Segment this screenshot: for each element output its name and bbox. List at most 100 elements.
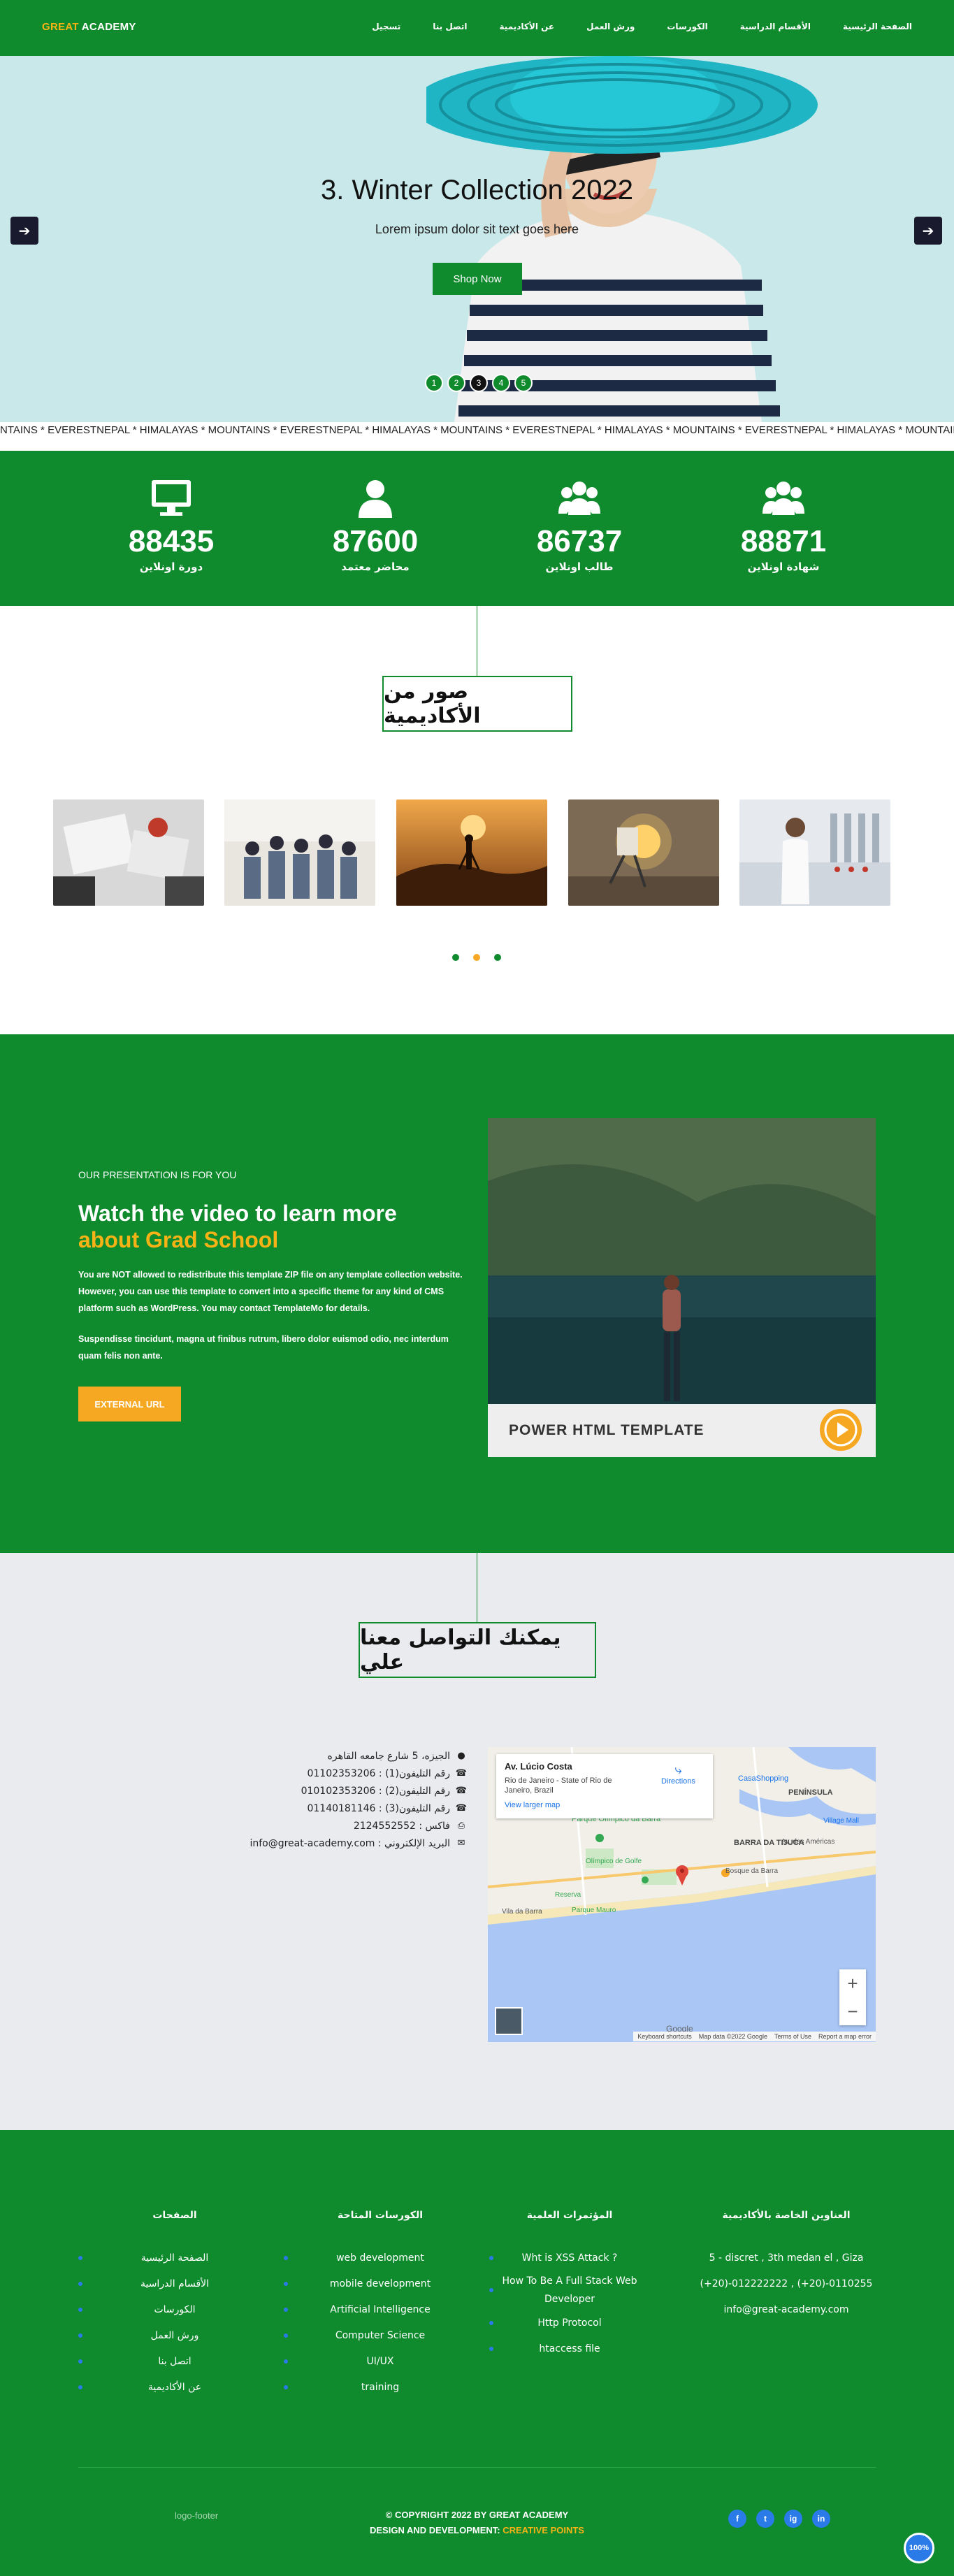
footer-link[interactable]: Http Protocol [489,2310,650,2336]
nav-item-home[interactable]: الصفحة الرئيسية [843,22,912,31]
shop-now-button[interactable]: Shop Now [433,263,522,295]
gallery-section-title: صور من الأكاديمية [382,676,572,732]
scroll-to-top-button[interactable]: 100% [904,2533,934,2563]
map-label: CasaShopping [738,1774,788,1783]
contact-row-fax: ⎙ فاكس : 2124552552 [250,1817,467,1835]
gallery-dot-1[interactable] [452,954,459,961]
footer-email[interactable]: info@great-academy.com [699,2296,874,2322]
footer-column-conferences: المؤتمرات العلمية Wht is XSS Attack ? Ho… [489,2210,650,2361]
phone-icon: ☎ [455,1803,467,1814]
gallery-image-2[interactable] [224,799,375,906]
nav-item-courses[interactable]: الكورسات [667,22,707,31]
presentation-eyebrow: OUR PRESENTATION IS FOR YOU [78,1169,237,1180]
hero-image [426,56,818,422]
zoom-in-button[interactable]: + [839,1969,866,1997]
contact-row-phone-3: ☎ رقم التليفون(3) : 01140181146 [307,1802,467,1814]
footer-link[interactable]: htaccess file [489,2336,650,2361]
footer-column-title: الصفحات [152,2210,197,2221]
footer-link[interactable]: training [284,2374,477,2400]
slider-dot-4[interactable]: 4 [492,374,510,392]
nav-item-departments[interactable]: الأقسام الدراسية [740,22,811,31]
nav-item-about[interactable]: عن الأكاديمية [500,22,555,31]
map-label: Bosque da Barra [725,1867,778,1875]
gallery-dot-3[interactable] [494,954,501,961]
users-icon [558,482,600,515]
footer-link[interactable]: اتصل بنا [78,2348,271,2374]
footer-link[interactable]: Artificial Intelligence [284,2296,477,2322]
map-info-card: Av. Lúcio Costa Rio de Janeiro - State o… [496,1754,713,1818]
footer-link[interactable]: web development [284,2245,477,2271]
footer-link[interactable]: الصفحة الرئيسية [78,2245,271,2271]
fax-icon: ⎙ [457,1821,465,1831]
twitter-icon[interactable]: t [756,2510,774,2528]
map-label: Reserva [555,1891,581,1899]
footer-column-title: المؤتمرات العلمية [526,2210,613,2221]
user-icon [359,480,392,518]
footer-link[interactable]: UI/UX [284,2348,477,2374]
map-label: Parque Mauro [572,1906,616,1914]
slider-dot-5[interactable]: 5 [514,374,533,392]
hero-slider: 3. Winter Collection 2022 Lorem ipsum do… [0,56,954,422]
slider-dots: 1 2 3 4 5 [425,374,533,392]
footer-link[interactable]: Wht is XSS Attack ? [489,2245,650,2271]
presentation-heading: Watch the video to learn more [78,1201,397,1226]
linkedin-icon[interactable]: in [812,2510,830,2528]
stat-students: 86737 طالب اونلاين [496,479,663,573]
envelope-icon: ✉ [457,1838,465,1848]
gallery-dots [452,954,501,961]
stat-courses: 88435 دورة اونلاين [87,479,255,573]
footer-link[interactable]: How To Be A Full Stack Web Developer [489,2271,650,2310]
google-map[interactable]: CasaShopping PENÍNSULA Parque Olímpico d… [488,1747,876,2042]
map-label: Vila da Barra [502,1908,542,1916]
gallery-image-5[interactable] [739,799,890,906]
footer-column-addresses: العناوين الخاصة بالأكاديمية 5 - discret … [699,2210,874,2322]
gallery-image-3[interactable] [396,799,547,906]
footer-link[interactable]: mobile development [284,2271,477,2296]
external-url-button[interactable]: EXTERNAL URL [78,1387,181,1421]
footer-link[interactable]: الأقسام الدراسية [78,2271,271,2296]
footer-link[interactable]: الكورسات [78,2296,271,2322]
users-icon [763,482,804,515]
footer-link[interactable]: عن الأكاديمية [78,2374,271,2400]
play-icon [824,1413,858,1447]
nav-item-workshops[interactable]: ورش العمل [586,22,635,31]
video-caption-bar: POWER HTML TEMPLATE [488,1404,876,1457]
presentation-paragraph-1: You are NOT allowed to redistribute this… [78,1270,463,1313]
satellite-toggle[interactable] [495,2007,523,2035]
hero-title: 3. Winter Collection 2022 [321,175,633,205]
play-button[interactable] [820,1409,862,1451]
phone-icon: ☎ [455,1786,467,1796]
map-label: Village Mall [823,1817,859,1825]
brand-logo[interactable]: GREAT ACADEMY [42,21,136,33]
gallery-image-4[interactable] [568,799,719,906]
contact-row-phone-1: ☎ رقم التليفون(1) : 01102353206 [307,1767,467,1779]
facebook-icon[interactable]: f [728,2510,746,2528]
slider-prev-button[interactable]: ➔ [10,217,38,245]
footer-phones: (+20)-012222222 , (+20)-0110255 [700,2278,873,2289]
directions-link[interactable]: ⤷ Directions [661,1763,695,1786]
footer-link[interactable]: ورش العمل [78,2322,271,2348]
creative-points-link[interactable]: CREATIVE POINTS [503,2525,584,2535]
slider-dot-2[interactable]: 2 [447,374,465,392]
footer-divider [78,2467,876,2468]
view-larger-map-link[interactable]: View larger map [505,1801,704,1809]
marquee-ticker: NTAINS * EVERESTNEPAL * HIMALAYAS * MOUN… [0,422,954,439]
hero-subtitle: Lorem ipsum dolor sit text goes here [375,222,579,236]
nav-item-register[interactable]: تسجيل [372,22,400,31]
slider-dot-3[interactable]: 3 [470,374,488,392]
gallery-dot-2[interactable] [473,954,480,961]
top-navbar: GREAT ACADEMY الصفحة الرئيسية الأقسام ال… [0,0,954,56]
footer-address: 5 - discret , 3th medan el , Giza [709,2252,864,2264]
gallery-image-1[interactable] [53,799,204,906]
nav-item-contact[interactable]: اتصل بنا [433,22,467,31]
slider-next-button[interactable]: ➔ [914,217,942,245]
contact-row-address: ● الجيزه، 5 شارع جامعه القاهره [250,1747,467,1765]
instagram-icon[interactable]: ig [784,2510,802,2528]
zoom-out-button[interactable]: − [839,1997,866,2025]
slider-dot-1[interactable]: 1 [425,374,443,392]
contact-row-email: ✉ البريد الإلكتروني : info@great-academy.… [250,1835,467,1852]
arrow-left-icon: ➔ [18,223,31,239]
map-pin-icon: ● [457,1751,465,1761]
footer-link[interactable]: Computer Science [284,2322,477,2348]
footer-column-pages: الصفحات الصفحة الرئيسية الأقسام الدراسية… [78,2210,271,2400]
